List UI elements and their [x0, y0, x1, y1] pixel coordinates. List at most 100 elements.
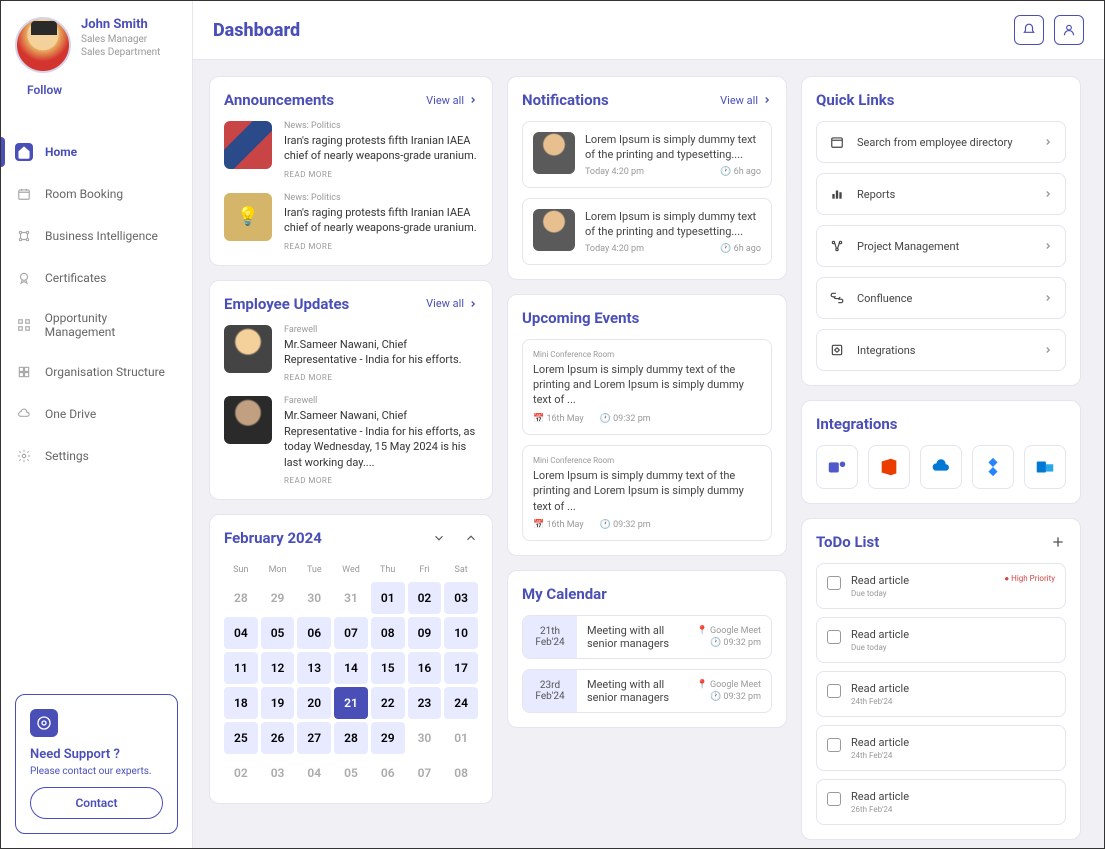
calendar-next[interactable] [464, 531, 478, 545]
employee-update-item[interactable]: Farewell Mr.Sameer Nawani, Chief Represe… [224, 325, 478, 383]
notifications-view-all[interactable]: View all [720, 94, 772, 107]
integration-outlook[interactable] [1024, 445, 1066, 489]
integration-jira[interactable] [972, 445, 1014, 489]
calendar-day[interactable]: 12 [261, 652, 295, 684]
calendar-day[interactable]: 31 [334, 582, 368, 614]
notification-item[interactable]: Lorem Ipsum is simply dummy text of the … [522, 121, 772, 188]
calendar-day[interactable]: 15 [371, 652, 405, 684]
mycal-item[interactable]: 23rdFeb'24 Meeting with all senior manag… [522, 669, 772, 713]
nav-item-room-booking[interactable]: Room Booking [1, 173, 192, 215]
sidebar: John Smith Sales Manager Sales Departmen… [1, 1, 193, 848]
nav-item-settings[interactable]: Settings [1, 435, 192, 477]
calendar-day[interactable]: 09 [408, 617, 442, 649]
calendar-day[interactable]: 03 [261, 757, 295, 789]
calendar-day[interactable]: 30 [297, 582, 331, 614]
notification-item[interactable]: Lorem Ipsum is simply dummy text of the … [522, 198, 772, 265]
read-more-link[interactable]: READ MORE [284, 373, 478, 382]
calendar-prev[interactable] [432, 531, 446, 545]
todo-item: Read article 24th Feb'24 [816, 725, 1066, 771]
read-more-link[interactable]: READ MORE [284, 242, 478, 251]
quick-link-item[interactable]: Reports [816, 173, 1066, 215]
calendar-day[interactable]: 08 [444, 757, 478, 789]
calendar-day[interactable]: 07 [408, 757, 442, 789]
calendar-day[interactable]: 26 [261, 722, 295, 754]
calendar-day[interactable]: 03 [444, 582, 478, 614]
employee-updates-view-all[interactable]: View all [426, 297, 478, 310]
support-box: Need Support ? Please contact our expert… [15, 694, 178, 834]
calendar-day[interactable]: 28 [224, 582, 258, 614]
nav-item-business-intelligence[interactable]: Business Intelligence [1, 215, 192, 257]
my-calendar-card: My Calendar 21thFeb'24 Meeting with all … [507, 570, 787, 728]
nav-item-one-drive[interactable]: One Drive [1, 393, 192, 435]
nav-item-home[interactable]: Home [1, 131, 192, 173]
notification-image [533, 132, 575, 174]
todo-item-sub: Due today [851, 643, 1055, 652]
notifications-button[interactable] [1014, 15, 1044, 45]
read-more-link[interactable]: READ MORE [284, 476, 478, 485]
nav-icon [15, 269, 33, 287]
integration-teams[interactable] [816, 445, 858, 489]
announcements-view-all[interactable]: View all [426, 94, 478, 107]
todo-checkbox[interactable] [827, 792, 841, 806]
calendar-day[interactable]: 18 [224, 687, 258, 719]
calendar-day[interactable]: 20 [297, 687, 331, 719]
calendar-day[interactable]: 06 [371, 757, 405, 789]
calendar-day[interactable]: 02 [224, 757, 258, 789]
calendar-card: February 2024 SunMonTueWedThuFriSat28293… [209, 514, 493, 804]
quick-link-item[interactable]: Search from employee directory [816, 121, 1066, 163]
calendar-day[interactable]: 28 [334, 722, 368, 754]
calendar-day[interactable]: 11 [224, 652, 258, 684]
event-item[interactable]: Mini Conference Room Lorem Ipsum is simp… [522, 445, 772, 541]
todo-checkbox[interactable] [827, 576, 841, 590]
calendar-day[interactable]: 14 [334, 652, 368, 684]
calendar-day[interactable]: 01 [371, 582, 405, 614]
integration-office[interactable] [868, 445, 910, 489]
calendar-day[interactable]: 04 [224, 617, 258, 649]
todo-add-button[interactable] [1050, 534, 1066, 550]
calendar-day[interactable]: 21 [334, 687, 368, 719]
calendar-day[interactable]: 07 [334, 617, 368, 649]
calendar-day[interactable]: 02 [408, 582, 442, 614]
calendar-day[interactable]: 13 [297, 652, 331, 684]
calendar-day[interactable]: 30 [408, 722, 442, 754]
announcement-item[interactable]: News: Politics Iran's raging protests fi… [224, 193, 478, 251]
calendar-day[interactable]: 10 [444, 617, 478, 649]
quick-link-item[interactable]: Project Management [816, 225, 1066, 267]
mycal-item[interactable]: 21thFeb'24 Meeting with all senior manag… [522, 615, 772, 659]
nav-item-organisation-structure[interactable]: Organisation Structure [1, 351, 192, 393]
calendar-day[interactable]: 04 [297, 757, 331, 789]
quick-link-item[interactable]: Integrations [816, 329, 1066, 371]
calendar-dow: Wed [334, 561, 368, 579]
calendar-day[interactable]: 22 [371, 687, 405, 719]
calendar-day[interactable]: 17 [444, 652, 478, 684]
todo-checkbox[interactable] [827, 738, 841, 752]
integration-onedrive[interactable] [920, 445, 962, 489]
event-item[interactable]: Mini Conference Room Lorem Ipsum is simp… [522, 339, 772, 435]
avatar[interactable] [15, 17, 71, 73]
follow-link[interactable]: Follow [1, 83, 192, 111]
calendar-day[interactable]: 05 [334, 757, 368, 789]
read-more-link[interactable]: READ MORE [284, 170, 478, 179]
contact-button[interactable]: Contact [30, 787, 163, 819]
integrations-title: Integrations [816, 415, 1066, 433]
calendar-day[interactable]: 29 [371, 722, 405, 754]
nav-item-certificates[interactable]: Certificates [1, 257, 192, 299]
todo-checkbox[interactable] [827, 630, 841, 644]
calendar-day[interactable]: 23 [408, 687, 442, 719]
calendar-day[interactable]: 27 [297, 722, 331, 754]
calendar-day[interactable]: 05 [261, 617, 295, 649]
quick-link-item[interactable]: Confluence [816, 277, 1066, 319]
calendar-day[interactable]: 16 [408, 652, 442, 684]
nav-item-opportunity-management[interactable]: Opportunity Management [1, 299, 192, 351]
calendar-day[interactable]: 06 [297, 617, 331, 649]
todo-checkbox[interactable] [827, 684, 841, 698]
calendar-day[interactable]: 24 [444, 687, 478, 719]
calendar-day[interactable]: 19 [261, 687, 295, 719]
announcement-item[interactable]: News: Politics Iran's raging protests fi… [224, 121, 478, 179]
user-button[interactable] [1054, 15, 1084, 45]
calendar-day[interactable]: 29 [261, 582, 295, 614]
calendar-day[interactable]: 08 [371, 617, 405, 649]
calendar-day[interactable]: 01 [444, 722, 478, 754]
employee-update-item[interactable]: Farewell Mr.Sameer Nawani, Chief Represe… [224, 396, 478, 485]
calendar-day[interactable]: 25 [224, 722, 258, 754]
